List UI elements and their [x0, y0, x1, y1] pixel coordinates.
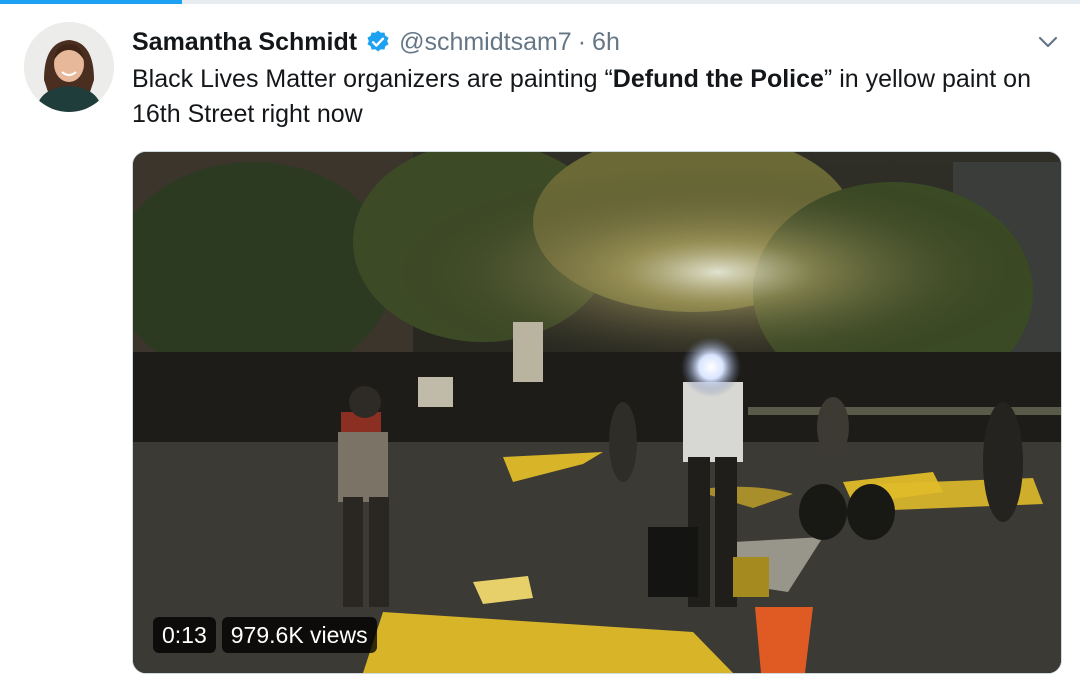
tweet-text-before: Black Lives Matter organizers are painti… — [132, 65, 613, 93]
user-handle[interactable]: @schmidtsam7 — [399, 28, 572, 57]
avatar[interactable] — [24, 22, 114, 112]
separator-dot: · — [577, 27, 587, 56]
video-player[interactable] — [132, 151, 1062, 674]
video-stats: 0:13 979.6K views — [153, 617, 377, 653]
video-duration: 0:13 — [153, 617, 216, 653]
view-count: 979.6K views — [221, 617, 377, 653]
display-name[interactable]: Samantha Schmidt — [132, 28, 357, 57]
verified-badge-icon — [365, 29, 391, 55]
tweet-text-bold: Defund the Police — [612, 65, 824, 93]
chevron-down-icon[interactable] — [1036, 32, 1060, 52]
tweet-header: Samantha Schmidt @schmidtsam7 · 6h — [132, 24, 620, 60]
tweet-text: Black Lives Matter organizers are painti… — [132, 62, 1062, 132]
timestamp[interactable]: 6h — [592, 28, 620, 57]
video-frame — [133, 152, 1061, 673]
tab-indicator — [0, 0, 182, 4]
